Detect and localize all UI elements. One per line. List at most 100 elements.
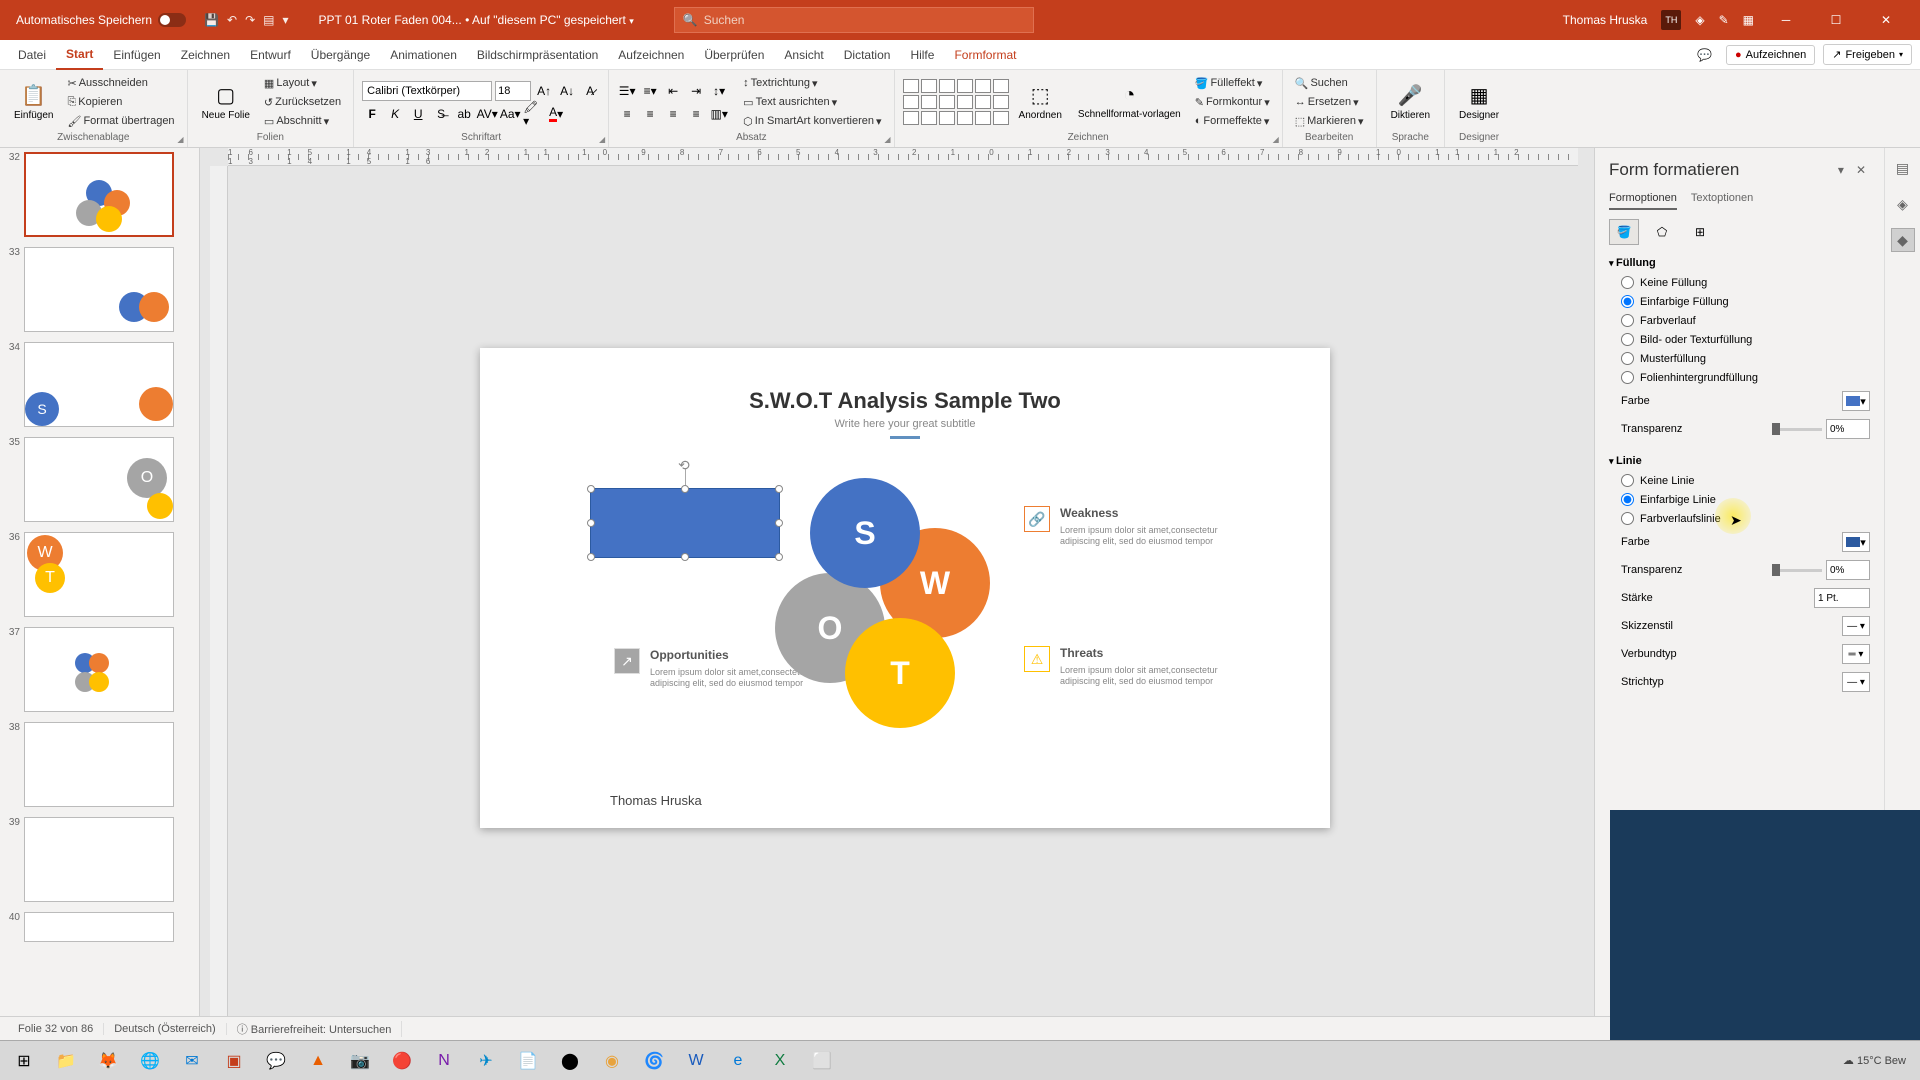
line-transp-input[interactable] [1826,560,1870,580]
line-color-button[interactable]: ▾ [1842,532,1870,552]
spacing-icon[interactable]: AV▾ [477,104,497,124]
radio-gradient-line[interactable]: Farbverlaufslinie [1609,509,1870,528]
firefox-icon[interactable]: 🦊 [88,1043,128,1079]
toggle-switch[interactable] [158,13,186,27]
line-transp-slider[interactable] [1772,569,1822,572]
radio-no-fill[interactable]: Keine Füllung [1609,273,1870,292]
slide-canvas[interactable]: S.W.O.T Analysis Sample Two Write here y… [480,348,1330,828]
strike-icon[interactable]: S̶ [431,104,451,124]
comments-icon[interactable]: 💬 [1691,48,1718,62]
reset-button[interactable]: ↺ Zurücksetzen [260,94,345,111]
new-slide-button[interactable]: ▢Neue Folie [196,81,256,123]
redo-icon[interactable]: ↷ [245,13,255,27]
quick-styles-button[interactable]: ◔Schnellformat-vorlagen [1072,82,1187,122]
sketch-button[interactable]: — ▾ [1842,616,1870,636]
dash-button[interactable]: — ▾ [1842,672,1870,692]
radio-gradient-fill[interactable]: Farbverlauf [1609,311,1870,330]
circle-s[interactable]: S [810,478,920,588]
tab-formformat[interactable]: Formformat [944,40,1026,70]
tab-uebergaenge[interactable]: Übergänge [301,40,380,70]
arrange-button[interactable]: ⬚Anordnen [1013,81,1068,123]
tab-datei[interactable]: Datei [8,40,56,70]
shape-outline-button[interactable]: ✎ Formkontur ▾ [1191,94,1274,111]
thumbnail-35[interactable]: O [24,437,174,522]
excel-icon[interactable]: X [760,1043,800,1079]
coming-soon-icon[interactable]: ◈ [1695,13,1704,27]
rotate-handle[interactable] [678,457,692,471]
highlight-icon[interactable]: 🖍▾ [523,104,543,124]
app-icon-3[interactable]: 🔴 [382,1043,422,1079]
thumbnail-36[interactable]: WT [24,532,174,617]
underline-icon[interactable]: U [408,104,428,124]
tab-zeichnen[interactable]: Zeichnen [171,40,240,70]
start-button[interactable]: ⊞ [4,1043,44,1079]
tab-bildschirm[interactable]: Bildschirmpräsentation [467,40,608,70]
tab-aufzeichnen[interactable]: Aufzeichnen [608,40,694,70]
outlook-icon[interactable]: ✉ [172,1043,212,1079]
line-section-header[interactable]: Linie [1609,451,1870,471]
weakness-block[interactable]: 🔗 WeaknessLorem ipsum dolor sit amet,con… [1060,506,1240,548]
threats-block[interactable]: ⚠ ThreatsLorem ipsum dolor sit amet,cons… [1060,646,1240,688]
language-status[interactable]: Deutsch (Österreich) [104,1023,226,1035]
author-text[interactable]: Thomas Hruska [610,793,702,808]
tab-ueberpruefen[interactable]: Überprüfen [694,40,774,70]
shapes-gallery[interactable] [903,79,1009,125]
radio-solid-line[interactable]: Einfarbige Linie [1609,490,1870,509]
thumbnail-32[interactable] [24,152,174,237]
autosave-toggle[interactable]: Automatisches Speichern [8,13,194,27]
tab-start[interactable]: Start [56,40,103,70]
selected-rectangle[interactable] [590,488,780,558]
weather-widget[interactable]: ☁ 15°C Bew [1843,1054,1906,1067]
maximize-button[interactable]: ☐ [1818,0,1854,40]
chrome-icon[interactable]: 🌐 [130,1043,170,1079]
paste-button[interactable]: 📋Einfügen [8,81,59,123]
launcher-icon[interactable]: ◢ [599,135,605,144]
app-icon-6[interactable]: 🌀 [634,1043,674,1079]
line-spacing-icon[interactable]: ↕▾ [709,81,729,101]
numbering-icon[interactable]: ≡▾ [640,81,660,101]
radio-no-line[interactable]: Keine Linie [1609,471,1870,490]
compound-button[interactable]: ═ ▾ [1842,644,1870,664]
clear-format-icon[interactable]: A̷ [580,81,600,101]
present-icon[interactable]: ▤ [263,13,274,27]
indent-icon[interactable]: ⇥ [686,81,706,101]
tab-animationen[interactable]: Animationen [380,40,467,70]
thumbnail-38[interactable] [24,722,174,807]
rail-format-icon[interactable]: ◆ [1891,228,1915,252]
tab-hilfe[interactable]: Hilfe [900,40,944,70]
launcher-icon[interactable]: ◢ [884,135,890,144]
columns-icon[interactable]: ▥▾ [709,104,729,124]
shrink-font-icon[interactable]: A↓ [557,81,577,101]
outdent-icon[interactable]: ⇤ [663,81,683,101]
align-left-icon[interactable]: ≡ [617,104,637,124]
search-box[interactable]: 🔍 [674,7,1034,33]
align-text-button[interactable]: ▭ Text ausrichten ▾ [739,94,885,111]
radio-picture-fill[interactable]: Bild- oder Texturfüllung [1609,330,1870,349]
slide-counter[interactable]: Folie 32 von 86 [8,1023,104,1035]
accessibility-status[interactable]: ⓘ Barrierefreiheit: Untersuchen [227,1021,403,1037]
app-icon-1[interactable]: 💬 [256,1043,296,1079]
ribbon-mode-icon[interactable]: ✎ [1719,13,1729,27]
close-button[interactable]: ✕ [1868,0,1904,40]
obs-icon[interactable]: ⬤ [550,1043,590,1079]
slide-subtitle[interactable]: Write here your great subtitle [480,418,1330,439]
radio-pattern-fill[interactable]: Musterfüllung [1609,349,1870,368]
effects-icon[interactable]: ⬠ [1647,219,1677,245]
launcher-icon[interactable]: ◢ [1273,135,1279,144]
font-color-icon[interactable]: A▾ [546,104,566,124]
format-painter-button[interactable]: 🖌 Format übertragen [63,113,178,130]
copy-button[interactable]: ⎘ Kopieren [63,94,178,111]
thumbnail-33[interactable] [24,247,174,332]
powerpoint-icon[interactable]: ▣ [214,1043,254,1079]
tab-einfuegen[interactable]: Einfügen [103,40,170,70]
align-center-icon[interactable]: ≡ [640,104,660,124]
shape-fill-button[interactable]: 🪣 Fülleffekt ▾ [1191,75,1274,92]
shadow-icon[interactable]: ab [454,104,474,124]
line-width-input[interactable] [1814,588,1870,608]
grow-font-icon[interactable]: A↑ [534,81,554,101]
fill-transp-slider[interactable] [1772,428,1822,431]
slide-thumbnails[interactable]: 32 33 34S 35O 36WT 37 38 39 40 [0,148,200,1040]
text-direction-button[interactable]: ↕ Textrichtung ▾ [739,75,885,92]
smartart-button[interactable]: ⬡ In SmartArt konvertieren ▾ [739,113,885,130]
slide-editor[interactable]: 16 15 14 13 12 11 10 9 8 7 6 5 4 3 2 1 0… [200,148,1594,1040]
